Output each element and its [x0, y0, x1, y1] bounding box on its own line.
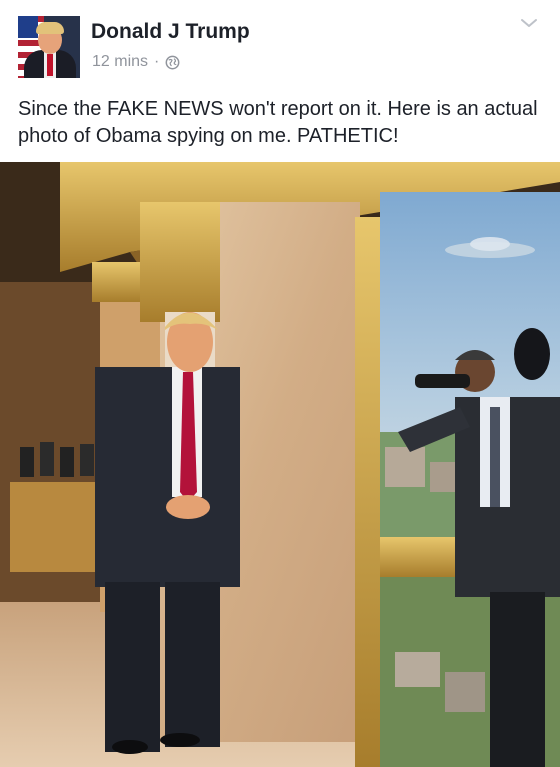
author-avatar[interactable] — [18, 16, 80, 78]
photo-attachment[interactable] — [0, 162, 560, 767]
post-timestamp[interactable]: 12 mins — [92, 53, 148, 71]
globe-icon[interactable] — [165, 55, 180, 70]
author-name[interactable]: Donald J Trump — [91, 20, 250, 44]
post-meta: 12 mins · — [92, 53, 180, 71]
post-header: Donald J Trump 12 mins · — [0, 0, 560, 84]
photo-illustration — [0, 162, 560, 767]
chevron-down-icon[interactable] — [518, 14, 540, 32]
avatar-tie — [47, 54, 53, 76]
facebook-post: Donald J Trump 12 mins · Since the FAKE … — [0, 0, 560, 767]
flag-canton — [18, 16, 38, 38]
post-text: Since the FAKE NEWS won't report on it. … — [18, 98, 538, 147]
meta-separator: · — [154, 53, 160, 70]
avatar-hair — [36, 22, 64, 34]
